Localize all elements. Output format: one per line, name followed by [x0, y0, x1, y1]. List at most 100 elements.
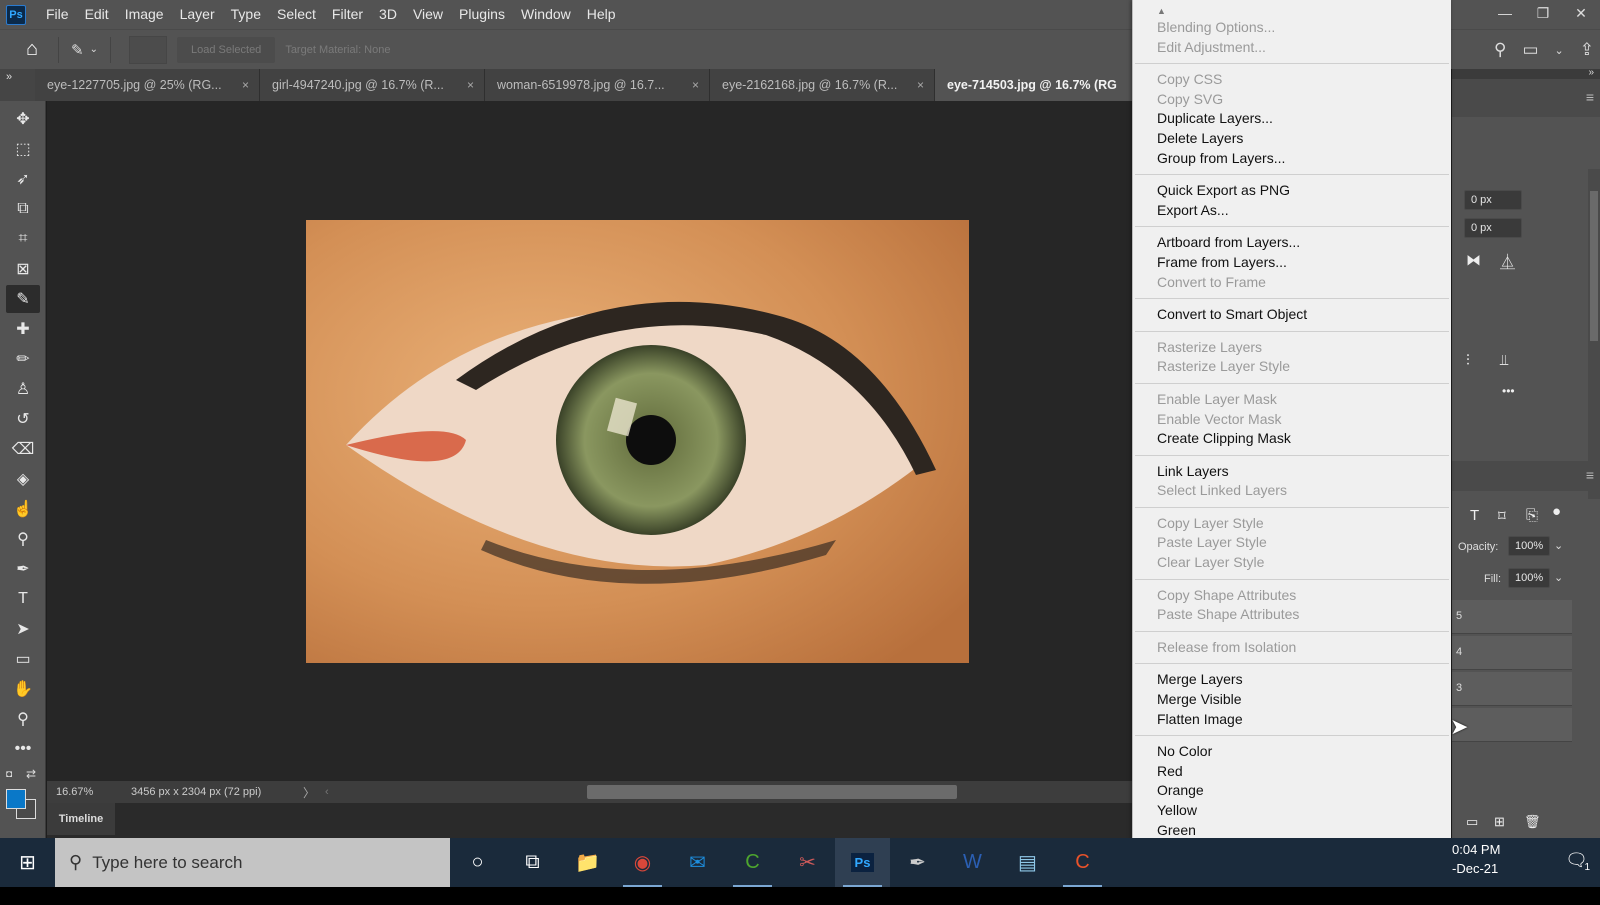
taskbar-cortana[interactable]: ○ — [450, 838, 505, 887]
minimize-button[interactable]: — — [1486, 0, 1524, 26]
new-layer-icon[interactable]: ⊞ — [1494, 814, 1505, 830]
menu-filter[interactable]: Filter — [324, 0, 371, 29]
menu-item-merge-visible[interactable]: Merge Visible — [1133, 690, 1451, 710]
menu-item-convert-to-smart-object[interactable]: Convert to Smart Object — [1133, 305, 1451, 325]
paint-bucket-tool[interactable]: ◈ — [6, 465, 40, 493]
menu-3d[interactable]: 3D — [371, 0, 405, 29]
menu-plugins[interactable]: Plugins — [451, 0, 513, 29]
start-button[interactable]: ⊞ — [0, 838, 55, 887]
menu-item-duplicate-layers[interactable]: Duplicate Layers... — [1133, 109, 1451, 129]
menu-help[interactable]: Help — [579, 0, 624, 29]
type-tool[interactable]: T — [6, 585, 40, 613]
document-tab[interactable]: eye-714503.jpg @ 16.7% (RG× — [935, 69, 1160, 101]
flip-horizontal-icon[interactable]: ⧓ — [1466, 251, 1481, 269]
close-tab-icon[interactable]: × — [917, 78, 924, 92]
menu-select[interactable]: Select — [269, 0, 324, 29]
home-button[interactable]: ⌂ — [12, 30, 52, 70]
history-brush-tool[interactable]: ↺ — [6, 405, 40, 433]
flip-vertical-icon[interactable]: ⏅ — [1500, 251, 1515, 272]
document-tab[interactable]: woman-6519978.jpg @ 16.7... × — [485, 69, 710, 101]
filter-smart-object-icon[interactable]: ⎘ — [1526, 507, 1538, 524]
x-offset-field[interactable]: 0 px — [1464, 190, 1522, 210]
opacity-field[interactable]: 100% — [1508, 536, 1550, 556]
default-colors-icon[interactable]: ◘ — [6, 769, 12, 780]
menu-item-merge-layers[interactable]: Merge Layers — [1133, 670, 1451, 690]
layer-row[interactable]: 5 — [1452, 600, 1572, 634]
collapse-panels-icon[interactable]: » — [1588, 67, 1594, 78]
menu-item-red[interactable]: Red — [1133, 762, 1451, 782]
document-tab[interactable]: girl-4947240.jpg @ 16.7% (R... × — [260, 69, 485, 101]
sample-size-dropdown[interactable] — [128, 35, 167, 64]
tool-preset-picker[interactable]: ✎ ⌄ — [65, 41, 104, 59]
fill-field[interactable]: 100% — [1508, 568, 1550, 588]
taskbar-camtasia[interactable]: C — [725, 838, 780, 887]
y-offset-field[interactable]: 0 px — [1464, 218, 1522, 238]
chevron-down-icon[interactable]: ⌄ — [1554, 571, 1563, 584]
document-tab[interactable]: eye-1227705.jpg @ 25% (RG... × — [35, 69, 260, 101]
menu-item-flatten-image[interactable]: Flatten Image — [1133, 710, 1451, 730]
menu-item-delete-layers[interactable]: Delete Layers — [1133, 129, 1451, 149]
menu-layer[interactable]: Layer — [172, 0, 223, 29]
canvas-area[interactable] — [47, 101, 1160, 781]
lasso-tool[interactable]: ➶ — [6, 165, 40, 193]
close-button[interactable]: ✕ — [1562, 0, 1600, 26]
horizontal-scrollbar[interactable] — [587, 785, 957, 799]
align-vertical-center-icon[interactable]: ⫶ — [1466, 352, 1470, 369]
clone-stamp-tool[interactable]: ♙ — [6, 375, 40, 403]
document-tab[interactable]: eye-2162168.jpg @ 16.7% (R... × — [710, 69, 935, 101]
new-group-icon[interactable]: ▭ — [1466, 814, 1478, 830]
layer-row[interactable]: 4 — [1452, 636, 1572, 670]
taskbar-search-box[interactable]: ⚲ Type here to search — [55, 838, 450, 887]
menu-item-artboard-from-layers[interactable]: Artboard from Layers... — [1133, 233, 1451, 253]
pen-tool[interactable]: ✒ — [6, 555, 40, 583]
filter-type-icon[interactable]: T — [1470, 507, 1479, 524]
object-selection-tool[interactable]: ⧉ — [6, 195, 40, 223]
eyedropper-tool[interactable]: ✎ — [6, 285, 40, 313]
taskbar-photoshop[interactable]: Ps — [835, 838, 890, 887]
share-icon[interactable]: ⇪ — [1580, 40, 1594, 60]
close-tab-icon[interactable]: × — [467, 78, 474, 92]
zoom-level[interactable]: 16.67% — [47, 786, 117, 798]
menu-item-create-clipping-mask[interactable]: Create Clipping Mask — [1133, 429, 1451, 449]
taskbar-notepad[interactable]: ▤ — [1000, 838, 1055, 887]
smudge-tool[interactable]: ☝ — [6, 495, 40, 523]
layer-row[interactable] — [1452, 708, 1572, 742]
frame-tool[interactable]: ⊠ — [6, 255, 40, 283]
menu-edit[interactable]: Edit — [77, 0, 117, 29]
system-clock[interactable]: 0:04 PM -Dec-21 🗨 1 — [1452, 838, 1600, 887]
taskbar-notepad-feather[interactable]: ✒ — [890, 838, 945, 887]
chevron-down-icon[interactable]: ⌄ — [1554, 539, 1563, 552]
close-tab-icon[interactable]: × — [242, 78, 249, 92]
rectangle-tool[interactable]: ▭ — [6, 645, 40, 673]
taskbar-mail[interactable]: ✉ — [670, 838, 725, 887]
menu-item-orange[interactable]: Orange — [1133, 781, 1451, 801]
close-tab-icon[interactable]: × — [692, 78, 699, 92]
path-selection-tool[interactable]: ➤ — [6, 615, 40, 643]
workspace-icon[interactable]: ▭ — [1522, 40, 1538, 60]
menu-item-yellow[interactable]: Yellow — [1133, 801, 1451, 821]
layer-row[interactable]: 3 — [1452, 672, 1572, 706]
menu-item-no-color[interactable]: No Color — [1133, 742, 1451, 762]
crop-tool[interactable]: ⌗ — [6, 225, 40, 253]
menu-item-quick-export-as-png[interactable]: Quick Export as PNG — [1133, 181, 1451, 201]
taskbar-snipping-tool[interactable]: ✂ — [780, 838, 835, 887]
status-menu-arrow[interactable]: 〉 — [303, 784, 315, 801]
dodge-tool[interactable]: ⚲ — [6, 525, 40, 553]
menu-window[interactable]: Window — [513, 0, 579, 29]
brush-tool[interactable]: ✏ — [6, 345, 40, 373]
chevron-down-icon[interactable]: ⌄ — [1555, 44, 1564, 57]
align-bottom-icon[interactable]: ⫫ — [1500, 352, 1508, 369]
more-tools[interactable]: ••• — [6, 735, 40, 763]
filter-toggle[interactable]: ● — [1552, 503, 1561, 520]
eraser-tool[interactable]: ⌫ — [6, 435, 40, 463]
menu-item-frame-from-layers[interactable]: Frame from Layers... — [1133, 253, 1451, 273]
menu-view[interactable]: View — [405, 0, 451, 29]
scrollbar-thumb[interactable] — [1590, 191, 1598, 341]
healing-brush-tool[interactable]: ✚ — [6, 315, 40, 343]
taskbar-chrome[interactable]: ◉ — [615, 838, 670, 887]
hand-tool[interactable]: ✋ — [6, 675, 40, 703]
menu-type[interactable]: Type — [223, 0, 269, 29]
menu-item-export-as[interactable]: Export As... — [1133, 201, 1451, 221]
panel-menu-icon[interactable]: ≡ — [1586, 467, 1594, 483]
taskbar-task-view[interactable]: ⧉ — [505, 838, 560, 887]
